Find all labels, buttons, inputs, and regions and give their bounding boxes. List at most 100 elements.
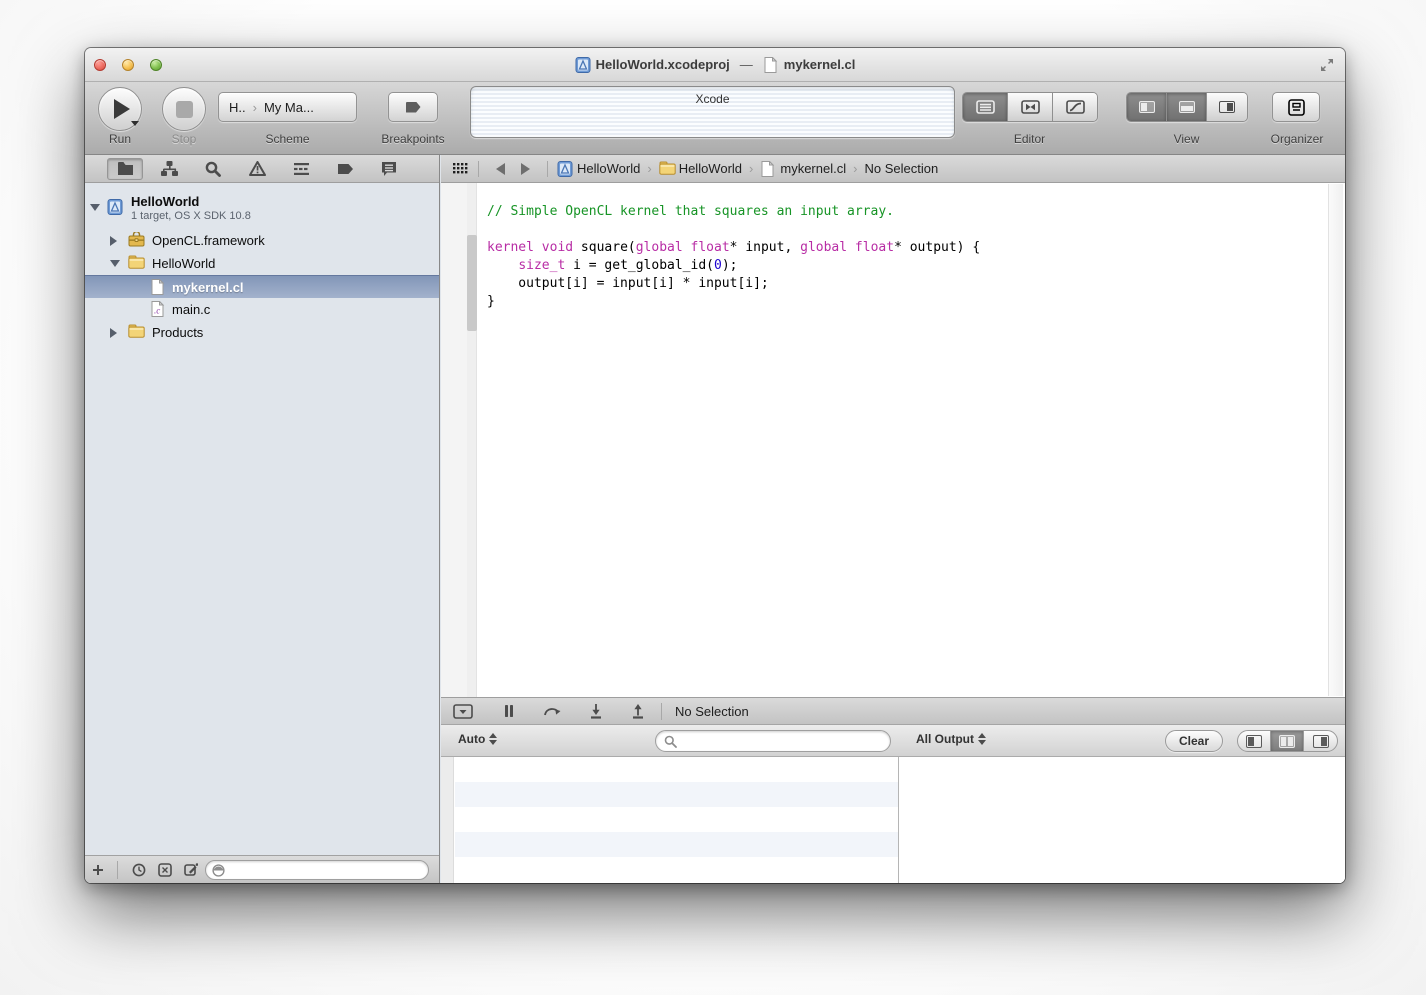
- navigator-filter-input[interactable]: [230, 864, 422, 876]
- step-over-button[interactable]: [543, 704, 561, 718]
- organizer-button[interactable]: [1272, 92, 1320, 122]
- variables-row: [455, 807, 898, 832]
- organizer-label: Organizer: [1237, 132, 1345, 146]
- variables-row: [455, 832, 898, 857]
- editor-scrollbar[interactable]: [1328, 184, 1343, 696]
- scheme-destination: My Ma...: [264, 100, 314, 115]
- hide-debug-area-button[interactable]: [453, 704, 473, 719]
- zoom-button[interactable]: [150, 59, 162, 71]
- utilities-panel-icon: [1219, 101, 1235, 113]
- filter-icon: [212, 864, 225, 877]
- clear-label: Clear: [1179, 734, 1209, 748]
- title-separator: —: [736, 57, 757, 72]
- issue-navigator-icon[interactable]: [239, 158, 275, 180]
- run-button[interactable]: [98, 87, 142, 131]
- console-scope-popup[interactable]: All Output: [916, 732, 986, 746]
- title-project: HelloWorld.xcodeproj: [596, 57, 730, 72]
- assistant-editor-icon: [1021, 100, 1040, 114]
- add-button[interactable]: [85, 864, 111, 876]
- disclosure-triangle-icon[interactable]: [110, 260, 120, 267]
- version-editor-button[interactable]: [1053, 93, 1097, 121]
- recent-files-filter-icon[interactable]: [126, 863, 152, 877]
- fullscreen-icon[interactable]: [1319, 57, 1335, 73]
- view-label: View: [1126, 132, 1247, 146]
- symbol-navigator-icon[interactable]: [151, 158, 187, 180]
- variables-row: [455, 782, 898, 807]
- scheme-selector[interactable]: H.. › My Ma...: [218, 92, 357, 122]
- desktop: HelloWorld.xcodeproj — mykernel.cl Run S…: [0, 0, 1426, 995]
- step-into-button[interactable]: [589, 704, 603, 719]
- show-both-button[interactable]: [1271, 731, 1304, 751]
- toggle-utilities-button[interactable]: [1207, 93, 1247, 121]
- navigator-filter-field[interactable]: [205, 860, 429, 880]
- window-controls: [94, 59, 162, 71]
- tree-item-products[interactable]: Products: [85, 321, 439, 344]
- scm-status-filter-icon[interactable]: [152, 863, 178, 877]
- variables-and-console-icon: [1279, 735, 1295, 748]
- jumpbar-item[interactable]: No Selection: [864, 161, 938, 176]
- scheme-chevron-icon: ›: [253, 100, 257, 115]
- toggle-navigator-button[interactable]: [1127, 93, 1167, 121]
- fold-region-indicator[interactable]: [467, 235, 477, 331]
- titlebar[interactable]: HelloWorld.xcodeproj — mykernel.cl: [85, 48, 1345, 82]
- assistant-editor-button[interactable]: [1008, 93, 1053, 121]
- disclosure-triangle-icon[interactable]: [110, 236, 117, 246]
- toolbox-icon: [128, 232, 145, 249]
- variables-view[interactable]: [441, 757, 898, 883]
- console-view[interactable]: [898, 757, 1345, 883]
- tree-item-helloworld[interactable]: HelloWorld: [85, 252, 439, 275]
- minimize-button[interactable]: [122, 59, 134, 71]
- standard-editor-button[interactable]: [963, 93, 1008, 121]
- clear-console-button[interactable]: Clear: [1165, 730, 1223, 752]
- project-navigator-icon[interactable]: [107, 158, 143, 180]
- debug-navigator-icon[interactable]: [283, 158, 319, 180]
- tree-item-label: HelloWorld: [152, 256, 215, 271]
- variables-row: [455, 857, 898, 882]
- navigator-filter-bar: [85, 855, 439, 883]
- stop-button[interactable]: [162, 87, 206, 131]
- forward-button[interactable]: [521, 163, 530, 175]
- jumpbar-item[interactable]: HelloWorld: [557, 161, 640, 176]
- file-icon: [760, 161, 775, 176]
- xcodeproj-icon: [575, 57, 590, 72]
- folder-icon: [128, 324, 145, 341]
- close-button[interactable]: [94, 59, 106, 71]
- variables-gutter: [441, 757, 454, 883]
- breakpoint-navigator-icon[interactable]: [327, 158, 363, 180]
- jumpbar-item[interactable]: mykernel.cl: [760, 161, 846, 176]
- unsaved-files-filter-icon[interactable]: [178, 863, 204, 877]
- log-navigator-icon[interactable]: [371, 158, 407, 180]
- disclosure-triangle-icon[interactable]: [90, 204, 100, 211]
- pause-button[interactable]: [504, 704, 514, 718]
- jumpbar-item-label: mykernel.cl: [780, 161, 846, 176]
- tree-item-main-c[interactable]: .cmain.c: [85, 298, 439, 321]
- run-dropdown-caret-icon: [131, 121, 139, 126]
- source-editor[interactable]: // Simple OpenCL kernel that squares an …: [441, 183, 1345, 697]
- jumpbar-item[interactable]: HelloWorld: [659, 161, 742, 176]
- tree-item-opencl-framework[interactable]: OpenCL.framework: [85, 229, 439, 252]
- show-variables-only-button[interactable]: [1238, 731, 1271, 751]
- show-console-only-button[interactable]: [1304, 731, 1337, 751]
- variables-search-input[interactable]: [682, 734, 882, 748]
- tree-item-label: OpenCL.framework: [152, 233, 265, 248]
- disclosure-triangle-icon[interactable]: [110, 328, 117, 338]
- tree-item-helloworld[interactable]: HelloWorld1 target, OS X SDK 10.8: [85, 186, 439, 229]
- activity-app-name: Xcode: [471, 92, 954, 106]
- search-navigator-icon[interactable]: [195, 158, 231, 180]
- jumpbar-chevron-icon: ›: [640, 161, 658, 176]
- tree-item-label: mykernel.cl: [172, 280, 244, 295]
- standard-editor-icon: [976, 100, 995, 114]
- related-items-icon[interactable]: [453, 163, 469, 175]
- variables-scope-popup[interactable]: Auto: [458, 732, 497, 746]
- jumpbar-item-label: HelloWorld: [577, 161, 640, 176]
- toggle-debug-area-button[interactable]: [1167, 93, 1207, 121]
- console-scope-value: All Output: [916, 732, 974, 746]
- breakpoint-gutter[interactable]: [441, 183, 467, 697]
- variables-search-field[interactable]: [655, 730, 891, 752]
- jump-bar: HelloWorld›HelloWorld›mykernel.cl›No Sel…: [441, 155, 1345, 183]
- doc-icon: [150, 279, 167, 296]
- tree-item-mykernel-cl[interactable]: mykernel.cl: [85, 275, 439, 298]
- breakpoints-button[interactable]: [388, 92, 438, 122]
- back-button[interactable]: [496, 163, 505, 175]
- step-out-button[interactable]: [631, 704, 645, 719]
